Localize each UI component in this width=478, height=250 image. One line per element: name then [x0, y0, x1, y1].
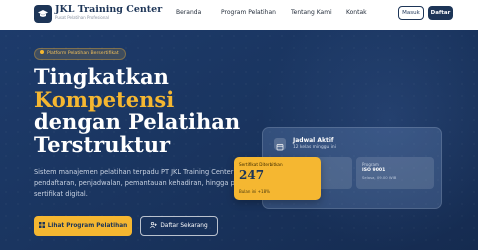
view-programs-button[interactable]: Lihat Program Pelatihan: [34, 216, 132, 236]
schedule-title: Jadwal Aktif: [293, 137, 334, 144]
platform-badge: Platform Pelatihan Bersertifikat: [34, 48, 126, 60]
brand-name: JKL Training Center: [55, 4, 163, 15]
nav-item-program-pelatihan[interactable]: Program Pelatihan: [221, 9, 276, 16]
logo[interactable]: [34, 5, 52, 23]
certificate-card: Sertifikat Diterbitkan 247 Bulan ini +18…: [234, 157, 321, 200]
view-programs-label: Lihat Program Pelatihan: [47, 223, 128, 229]
brand-tagline: Pusat Pelatihan Profesional: [55, 15, 109, 20]
headline-line-2: Kompetensi: [34, 86, 175, 112]
register-button[interactable]: Daftar: [428, 6, 453, 20]
certificate-label: Sertifikat Diterbitkan: [239, 162, 283, 167]
brand[interactable]: JKL Training Center Pusat Pelatihan Prof…: [55, 4, 162, 21]
certificate-count: 247: [239, 168, 265, 182]
top-navbar: JKL Training Center Pusat Pelatihan Prof…: [0, 0, 478, 30]
nav-item-beranda[interactable]: Beranda: [176, 9, 201, 16]
register-now-label: Daftar Sekarang: [160, 223, 208, 229]
register-now-button[interactable]: Daftar Sekarang: [140, 216, 218, 236]
nav-item-kontak[interactable]: Kontak: [346, 9, 367, 16]
mini-program-label: Program: [362, 162, 379, 167]
nav-item-tentang-kami[interactable]: Tentang Kami: [291, 9, 332, 16]
headline-line-4: Terstruktur: [34, 131, 171, 157]
mini-program-time: Selasa, 09.00 WIB: [362, 175, 397, 180]
grid-icon: [38, 221, 45, 228]
login-button[interactable]: Masuk: [398, 6, 424, 20]
schedule-mini-program: Program ISO 9001 Selasa, 09.00 WIB: [356, 157, 434, 189]
mini-program-value: ISO 9001: [362, 168, 386, 173]
hero-section: Platform Pelatihan Bersertifikat Tingkat…: [0, 30, 478, 250]
headline-line-3: dengan Pelatihan: [34, 109, 241, 134]
schedule-subtitle: 12 kelas minggu ini: [293, 145, 336, 150]
graduation-icon: [38, 10, 48, 17]
headline-line-1: Tingkatkan: [34, 64, 169, 89]
hero-headline: Tingkatkan Kompetensi dengan Pelatihan T…: [34, 64, 241, 157]
add-user-icon: [150, 221, 158, 228]
calendar-icon: [274, 138, 286, 151]
badge-text: Platform Pelatihan Bersertifikat: [47, 51, 119, 56]
certificate-growth: Bulan ini +18%: [239, 189, 270, 194]
dot-icon: [40, 50, 44, 54]
